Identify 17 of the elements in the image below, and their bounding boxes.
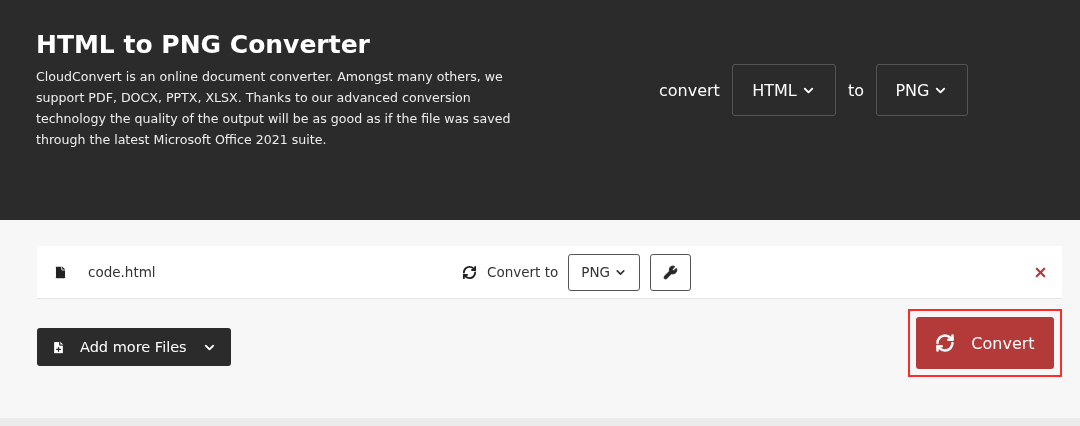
convert-label: convert [659, 80, 720, 100]
source-format-dropdown[interactable]: HTML [731, 64, 836, 116]
refresh-icon [462, 264, 477, 280]
file-plus-icon [51, 339, 66, 355]
target-format-dropdown[interactable]: PNG [875, 64, 968, 116]
page-title: HTML to PNG Converter [36, 29, 371, 61]
format-dropdown[interactable]: PNG [568, 253, 640, 291]
description: CloudConvert is an online document converter. Amongst many others, we support PDF, DOCX, PPTX, XLSX. Thanks to our advanced conversion technology the quality of the output will be as good as if the file was saved through the latest Microsoft Office 2021 suite. [36, 68, 512, 149]
file-name: code.html [88, 264, 157, 280]
convert-to-label: Convert to [487, 264, 559, 280]
convert-button[interactable]: Convert [916, 317, 1054, 369]
add-files-button[interactable]: Add more Files [37, 328, 231, 366]
refresh-icon [935, 333, 956, 353]
to-label: to [847, 80, 864, 100]
settings-button[interactable] [649, 253, 691, 291]
wrench-icon [662, 264, 678, 280]
file-icon [53, 264, 68, 280]
